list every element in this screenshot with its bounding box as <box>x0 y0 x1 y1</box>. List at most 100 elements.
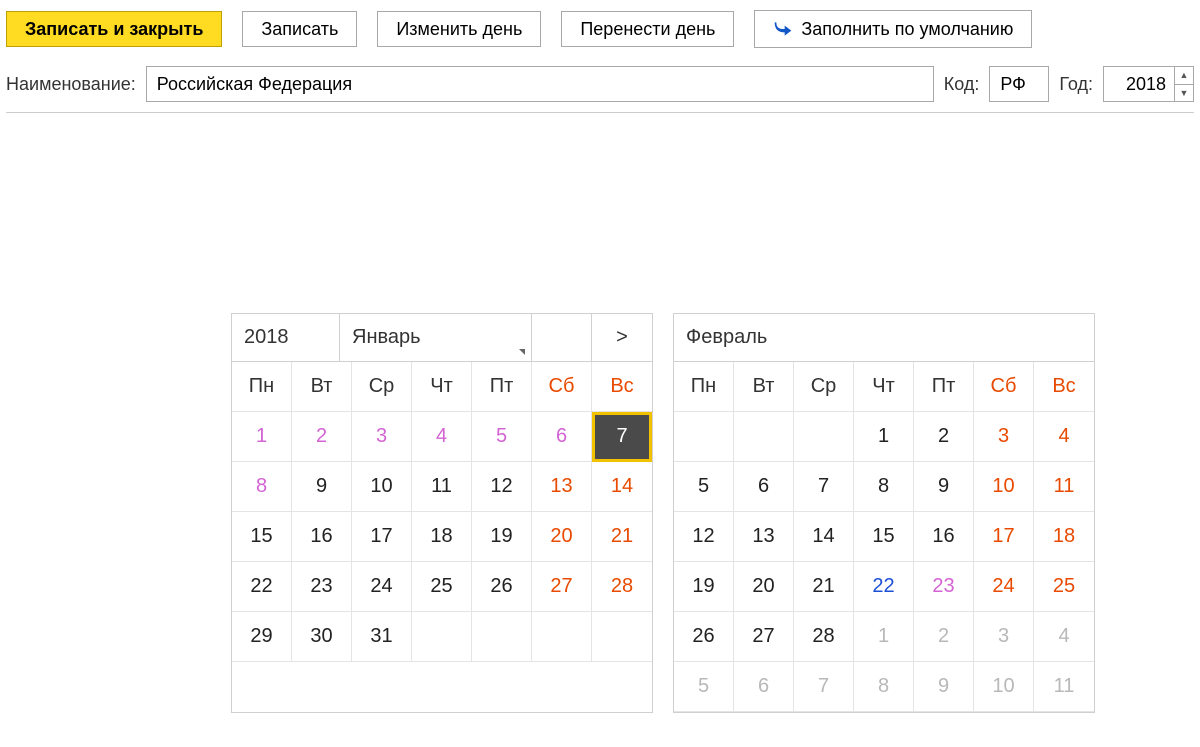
calendar-day[interactable]: 5 <box>674 462 734 512</box>
calendar-day <box>794 412 854 462</box>
spinner-down-icon[interactable]: ▼ <box>1175 85 1193 102</box>
calendar-day[interactable]: 21 <box>592 512 652 562</box>
calendar-day[interactable]: 12 <box>472 462 532 512</box>
weekday-header: Вс <box>592 362 652 412</box>
calendar-day[interactable]: 2 <box>914 412 974 462</box>
calendar-day[interactable]: 24 <box>974 562 1034 612</box>
calendar-day[interactable]: 30 <box>292 612 352 662</box>
calendar-day[interactable]: 27 <box>734 612 794 662</box>
calendar-day[interactable]: 2 <box>914 612 974 662</box>
calendar-day[interactable]: 25 <box>412 562 472 612</box>
calendar-day[interactable]: 7 <box>794 462 854 512</box>
weekday-header: Пт <box>472 362 532 412</box>
calendar-next-button[interactable]: > <box>592 314 652 361</box>
calendar-day[interactable]: 28 <box>592 562 652 612</box>
change-day-button[interactable]: Изменить день <box>377 11 541 47</box>
calendar-day[interactable]: 15 <box>232 512 292 562</box>
calendar-day[interactable]: 8 <box>854 662 914 712</box>
calendar-day <box>532 612 592 662</box>
calendar-day[interactable]: 17 <box>352 512 412 562</box>
calendar-day[interactable]: 3 <box>974 612 1034 662</box>
calendar-day[interactable]: 4 <box>1034 412 1094 462</box>
calendar-day[interactable]: 9 <box>292 462 352 512</box>
fill-default-button[interactable]: Заполнить по умолчанию <box>754 10 1032 48</box>
weekday-header: Сб <box>532 362 592 412</box>
calendar: ФевральПнВтСрЧтПтСбВс1234567891011121314… <box>673 313 1095 713</box>
calendar-year[interactable]: 2018 <box>232 314 340 361</box>
calendar-day[interactable]: 1 <box>232 412 292 462</box>
calendar-day[interactable]: 16 <box>292 512 352 562</box>
year-label: Год: <box>1059 74 1093 95</box>
save-button[interactable]: Записать <box>242 11 357 47</box>
calendar-day[interactable]: 18 <box>1034 512 1094 562</box>
calendar-day[interactable]: 4 <box>412 412 472 462</box>
calendar-grid: ПнВтСрЧтПтСбВс12345678910111213141516171… <box>674 362 1094 712</box>
calendar-day[interactable]: 27 <box>532 562 592 612</box>
calendar-header: Февраль <box>674 314 1094 362</box>
calendar-day[interactable]: 5 <box>472 412 532 462</box>
calendar-day[interactable]: 13 <box>734 512 794 562</box>
calendar-day[interactable]: 12 <box>674 512 734 562</box>
form-row: Наименование: Код: Год: ▲ ▼ <box>6 66 1194 113</box>
calendar-day[interactable]: 7 <box>794 662 854 712</box>
calendar-day[interactable]: 1 <box>854 612 914 662</box>
calendar-month[interactable]: Январь <box>340 314 532 361</box>
calendar-day[interactable]: 6 <box>734 662 794 712</box>
spinner-up-icon[interactable]: ▲ <box>1175 67 1193 85</box>
calendar-day[interactable]: 16 <box>914 512 974 562</box>
calendar-day[interactable]: 26 <box>674 612 734 662</box>
calendar-day[interactable]: 29 <box>232 612 292 662</box>
calendar-day[interactable]: 10 <box>974 462 1034 512</box>
calendar-day <box>674 412 734 462</box>
calendar-day[interactable]: 20 <box>734 562 794 612</box>
calendar-day[interactable]: 1 <box>854 412 914 462</box>
calendar-day[interactable]: 11 <box>1034 662 1094 712</box>
calendar-month: Февраль <box>674 314 1094 361</box>
calendar-day[interactable]: 2 <box>292 412 352 462</box>
calendar-day[interactable]: 7 <box>592 412 652 462</box>
calendar-day[interactable]: 15 <box>854 512 914 562</box>
name-input[interactable] <box>146 66 934 102</box>
calendar-day[interactable]: 10 <box>974 662 1034 712</box>
calendar-day[interactable]: 11 <box>412 462 472 512</box>
calendar-day[interactable]: 11 <box>1034 462 1094 512</box>
calendar-day[interactable]: 22 <box>232 562 292 612</box>
calendar-day[interactable]: 14 <box>592 462 652 512</box>
calendar-day[interactable]: 23 <box>292 562 352 612</box>
calendar-day[interactable]: 9 <box>914 462 974 512</box>
calendar-day[interactable]: 23 <box>914 562 974 612</box>
calendar-day[interactable]: 21 <box>794 562 854 612</box>
calendar-day[interactable]: 6 <box>532 412 592 462</box>
move-day-button[interactable]: Перенести день <box>561 11 734 47</box>
calendar-day[interactable]: 26 <box>472 562 532 612</box>
calendar-day[interactable]: 3 <box>352 412 412 462</box>
calendar-day[interactable]: 28 <box>794 612 854 662</box>
calendar-day[interactable]: 8 <box>232 462 292 512</box>
save-and-close-button[interactable]: Записать и закрыть <box>6 11 222 47</box>
calendar-day[interactable]: 13 <box>532 462 592 512</box>
calendar-day[interactable]: 18 <box>412 512 472 562</box>
calendar-day[interactable]: 24 <box>352 562 412 612</box>
calendar-day[interactable]: 9 <box>914 662 974 712</box>
calendar-day[interactable]: 14 <box>794 512 854 562</box>
year-input[interactable] <box>1104 67 1174 101</box>
calendar-day[interactable]: 20 <box>532 512 592 562</box>
calendar-day[interactable]: 31 <box>352 612 412 662</box>
calendar-day[interactable]: 25 <box>1034 562 1094 612</box>
toolbar: Записать и закрыть Записать Изменить ден… <box>6 10 1194 48</box>
calendar-day[interactable]: 19 <box>674 562 734 612</box>
weekday-header: Пт <box>914 362 974 412</box>
calendar-day[interactable]: 3 <box>974 412 1034 462</box>
calendar-day[interactable]: 10 <box>352 462 412 512</box>
code-input[interactable] <box>989 66 1049 102</box>
calendar-day[interactable]: 4 <box>1034 612 1094 662</box>
calendar-day[interactable]: 6 <box>734 462 794 512</box>
year-spinner[interactable]: ▲ ▼ <box>1103 66 1194 102</box>
calendar-day[interactable]: 8 <box>854 462 914 512</box>
calendar-day[interactable]: 19 <box>472 512 532 562</box>
calendar-day[interactable]: 17 <box>974 512 1034 562</box>
weekday-header: Чт <box>854 362 914 412</box>
calendar-day[interactable]: 22 <box>854 562 914 612</box>
calendar-day[interactable]: 5 <box>674 662 734 712</box>
calendars-area: 2018Январь>ПнВтСрЧтПтСбВс123456789101112… <box>231 313 1194 713</box>
